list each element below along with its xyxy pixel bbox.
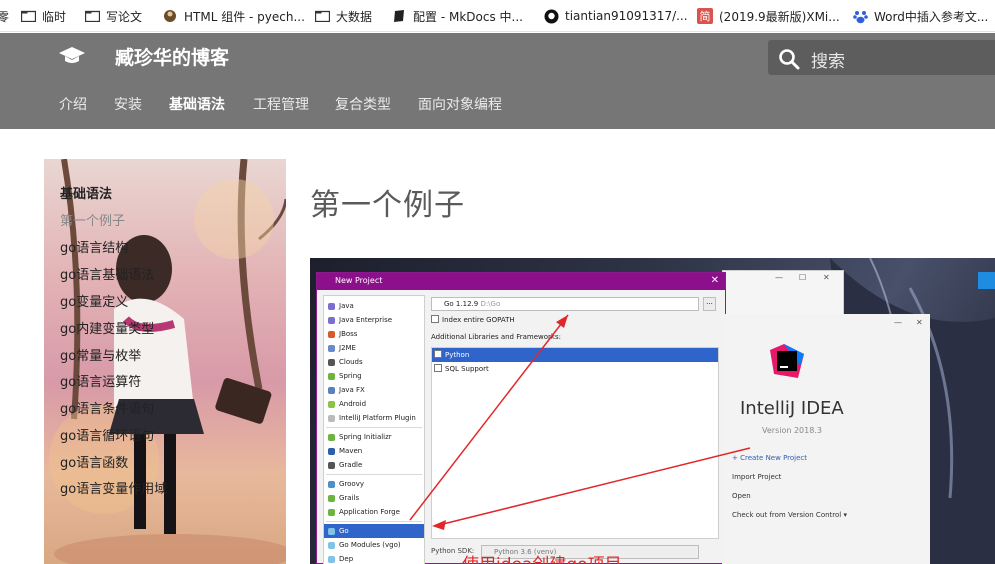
sidebar-item[interactable]: go语言变量作用域	[60, 478, 167, 497]
tab-composite-types[interactable]: 复合类型	[335, 94, 391, 114]
search-icon	[778, 48, 800, 70]
content-screenshot: — ☐ ✕ New Project ✕ Java Java Enterprise…	[310, 258, 995, 564]
tab-basic-syntax[interactable]: 基础语法	[169, 94, 225, 114]
bookmark-item[interactable]: tiantian91091317/...	[543, 0, 688, 31]
baidu-icon	[852, 8, 868, 24]
sidebar-section-title: 基础语法	[60, 187, 113, 202]
site-header: 臧珍华的博客 搜索 介绍 安装 基础语法 工程管理 复合类型 面向对象编程	[0, 33, 995, 129]
github-icon	[543, 8, 559, 24]
folder-icon	[314, 8, 330, 24]
folder-icon	[20, 8, 36, 24]
sidebar-item[interactable]: go语言基础语法	[60, 264, 154, 283]
sidebar-item[interactable]: go变量定义	[60, 291, 128, 310]
sidebar-item[interactable]: go内建变量类型	[60, 318, 154, 337]
site-icon	[162, 8, 178, 24]
site-title[interactable]: 臧珍华的博客	[115, 43, 229, 70]
tab-intro[interactable]: 介绍	[59, 94, 87, 114]
sidebar-item[interactable]: go语言结构	[60, 237, 128, 256]
sidebar-item[interactable]: go常量与枚举	[60, 345, 141, 364]
bookmark-label: Word中插入参考文...	[874, 9, 989, 24]
annotation-arrows	[409, 314, 751, 530]
bookmark-item[interactable]: HTML 组件 - pyech...	[162, 0, 305, 31]
bookmark-label: 配置 - MkDocs 中...	[413, 9, 523, 24]
bookmark-item[interactable]: 配置 - MkDocs 中...	[391, 0, 523, 31]
search-input[interactable]: 搜索	[811, 47, 845, 72]
page-title: 第一个例子	[310, 188, 465, 223]
tab-install[interactable]: 安装	[114, 94, 142, 114]
sidebar-item[interactable]: go语言运算符	[60, 371, 141, 390]
search-box[interactable]: 搜索	[768, 40, 995, 75]
bookmark-item[interactable]: 简 (2019.9最新版)XMi...	[697, 0, 840, 31]
book-icon	[391, 8, 407, 24]
bookmark-label: tiantian91091317/...	[565, 9, 688, 23]
folder-icon	[84, 8, 100, 24]
tab-oop[interactable]: 面向对象编程	[418, 94, 502, 114]
sidebar-item[interactable]: go语言条件语句	[60, 398, 154, 417]
bookmark-item[interactable]: 写论文	[84, 0, 143, 31]
tab-project-management[interactable]: 工程管理	[253, 94, 309, 114]
bookmark-item[interactable]: 临时	[20, 0, 67, 31]
bookmark-label: HTML 组件 - pyech...	[184, 9, 305, 24]
bookmark-item[interactable]: 零	[0, 0, 9, 31]
sidebar-item[interactable]: go语言函数	[60, 452, 128, 471]
bookmark-item[interactable]: Word中插入参考文...	[852, 0, 989, 31]
bookmark-label: (2019.9最新版)XMi...	[719, 9, 840, 24]
bookmark-label: 零	[0, 8, 9, 25]
graduation-cap-icon[interactable]	[58, 45, 86, 67]
jian-icon: 简	[697, 8, 713, 24]
bookmark-label: 临时	[42, 9, 67, 24]
sidebar: 基础语法 第一个例子 go语言结构 go语言基础语法 go变量定义 go内建变量…	[44, 159, 286, 564]
bookmarks-bar: 零 临时 写论文 HTML 组件 - pyech... 大数据 配置 - MkD…	[0, 0, 995, 32]
screenshot-caption: 使用idea创建go项目	[462, 550, 622, 564]
bookmark-item[interactable]: 大数据	[314, 0, 373, 31]
sidebar-item[interactable]: go语言循环语句	[60, 425, 154, 444]
bookmark-label: 写论文	[106, 9, 143, 24]
bookmark-label: 大数据	[336, 9, 373, 24]
sidebar-item[interactable]: 第一个例子	[60, 210, 125, 229]
